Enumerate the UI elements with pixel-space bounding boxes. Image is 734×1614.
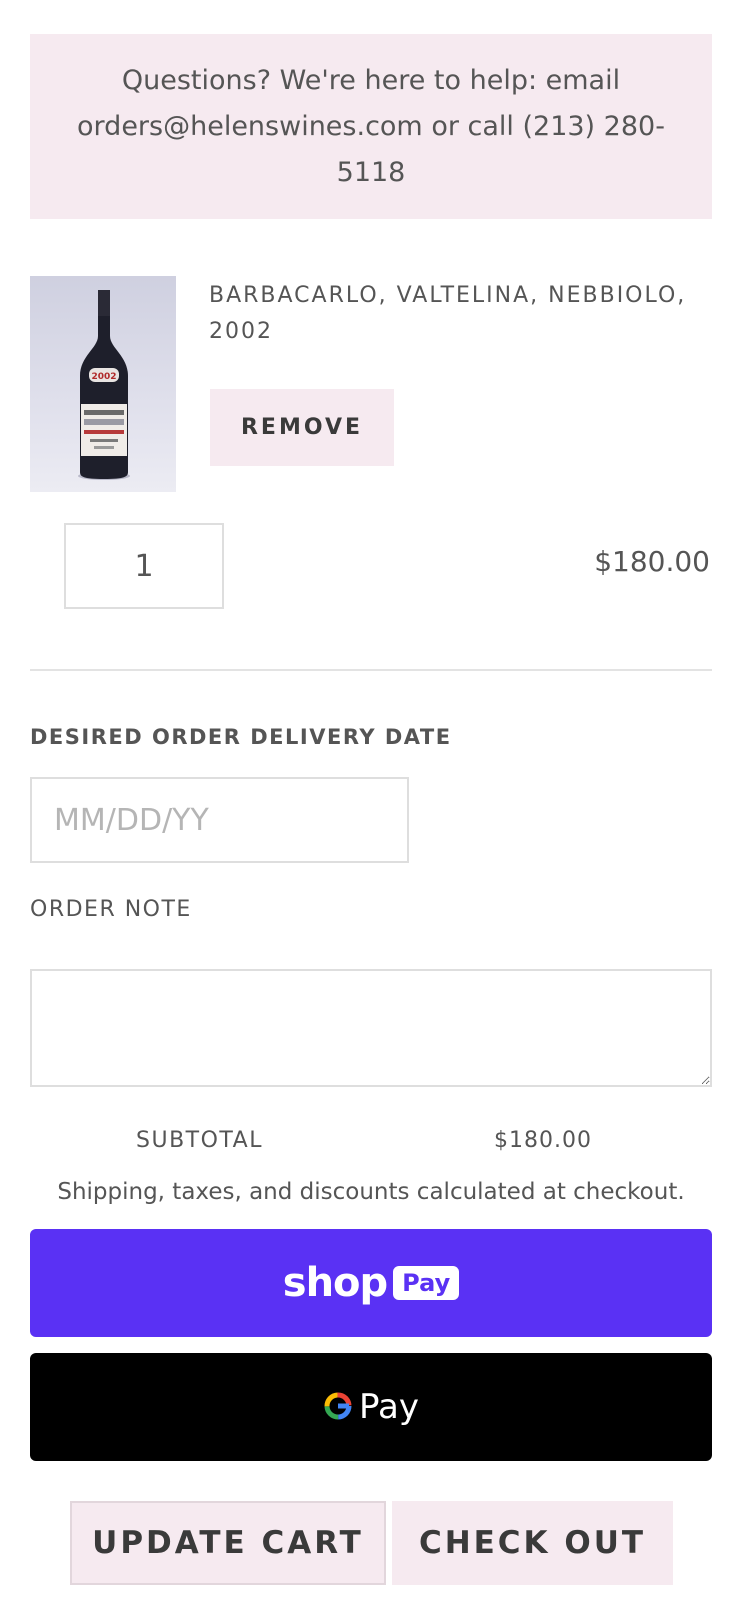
google-pay-button[interactable]: Pay <box>30 1353 712 1461</box>
update-cart-button[interactable]: UPDATE CART <box>70 1501 386 1585</box>
divider <box>30 669 712 671</box>
order-note-label: ORDER NOTE <box>30 897 192 922</box>
shop-pay-badge: Pay <box>393 1266 460 1300</box>
svg-text:2002: 2002 <box>91 372 116 382</box>
line-item-price: $180.00 <box>594 545 710 578</box>
google-pay-text: Pay <box>359 1387 419 1427</box>
product-image[interactable]: 2002 <box>30 276 176 492</box>
delivery-date-label: DESIRED ORDER DELIVERY DATE <box>30 725 452 749</box>
help-text: Questions? We're here to help: email ord… <box>77 64 665 188</box>
shop-pay-logo-text: shop <box>282 1260 388 1306</box>
subtotal-label: SUBTOTAL <box>136 1128 263 1153</box>
remove-button[interactable]: REMOVE <box>210 389 394 466</box>
quantity-input[interactable] <box>64 523 224 609</box>
google-g-icon <box>323 1391 353 1424</box>
delivery-date-input[interactable] <box>30 777 409 863</box>
order-note-textarea[interactable] <box>30 969 712 1087</box>
help-banner: Questions? We're here to help: email ord… <box>30 34 712 219</box>
shipping-note: Shipping, taxes, and discounts calculate… <box>57 1179 685 1205</box>
subtotal-value: $180.00 <box>494 1128 592 1153</box>
wine-bottle-icon: 2002 <box>78 290 130 480</box>
checkout-button[interactable]: CHECK OUT <box>392 1501 673 1585</box>
shop-pay-button[interactable]: shop Pay <box>30 1229 712 1337</box>
product-title[interactable]: BARBACARLO, VALTELINA, NEBBIOLO, 2002 <box>209 278 689 350</box>
